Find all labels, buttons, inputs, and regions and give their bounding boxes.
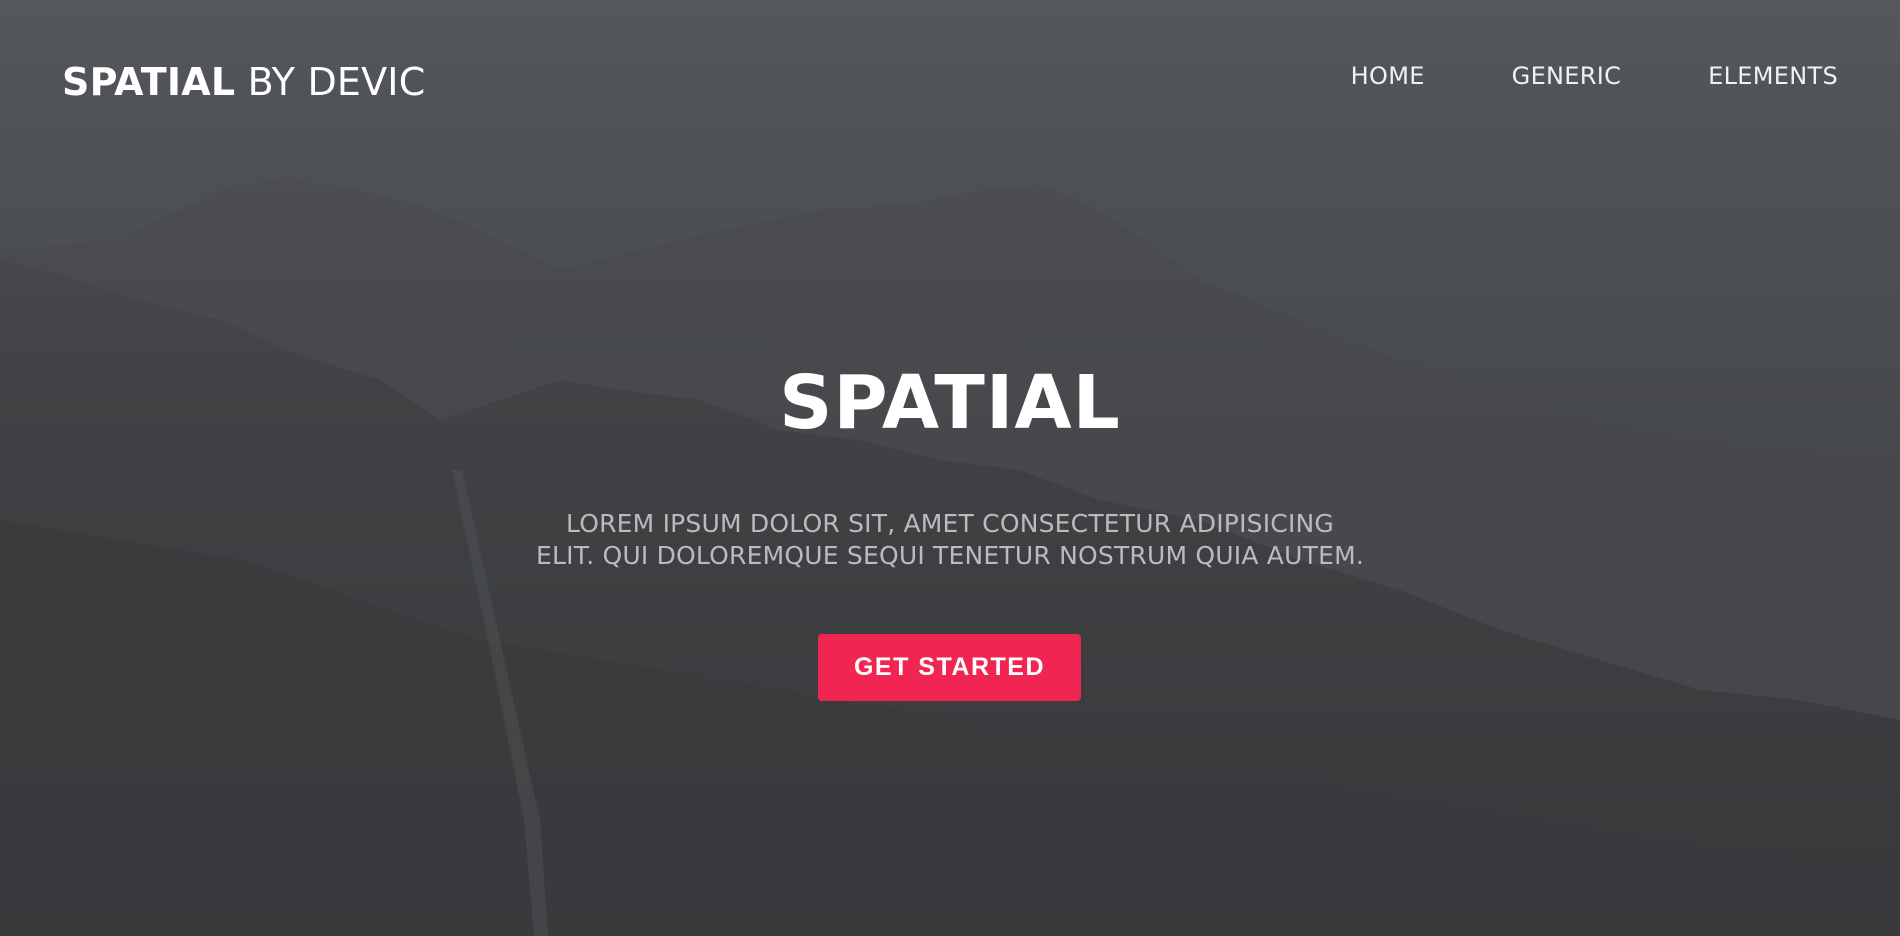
logo-brand: SPATIAL [62,60,236,104]
site-logo[interactable]: SPATIAL BY DEVIC [62,60,425,104]
nav-item-generic[interactable]: GENERIC [1512,62,1622,90]
logo-byline: BY DEVIC [247,60,426,104]
get-started-button[interactable]: GET STARTED [818,634,1081,701]
hero-title: SPATIAL [779,360,1121,446]
hero-subtitle-line-2: ELIT. QUI DOLOREMQUE SEQUI TENETUR NOSTR… [536,541,1364,570]
hero-subtitle: LOREM IPSUM DOLOR SIT, AMET CONSECTETUR … [500,508,1400,572]
site-header: SPATIAL BY DEVIC HOME GENERIC ELEMENTS [0,0,1900,160]
nav-item-elements[interactable]: ELEMENTS [1708,62,1838,90]
nav-item-home[interactable]: HOME [1351,62,1425,90]
hero-section: SPATIAL BY DEVIC HOME GENERIC ELEMENTS S… [0,0,1900,936]
hero-subtitle-line-1: LOREM IPSUM DOLOR SIT, AMET CONSECTETUR … [565,509,1334,538]
main-nav: HOME GENERIC ELEMENTS [1351,62,1838,90]
